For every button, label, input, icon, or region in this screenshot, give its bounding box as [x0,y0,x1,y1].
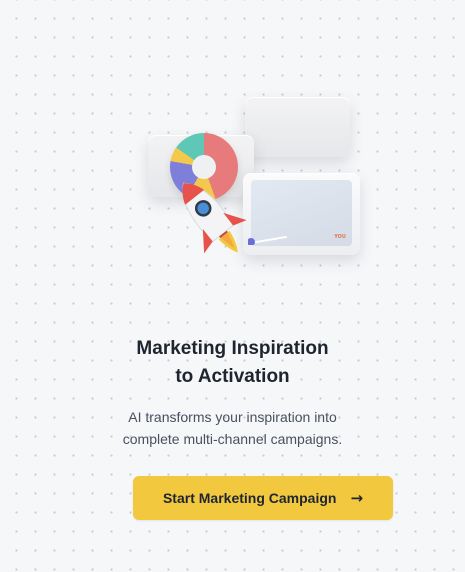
arrow-right-icon: → [350,488,364,507]
rocket-icon [182,182,247,254]
page-title-line-1: Marketing Inspiration [136,338,329,359]
start-marketing-campaign-button[interactable]: Start Marketing Campaign → [133,476,393,520]
hero-illustration: YOU [140,85,370,275]
cta-label: Start Marketing Campaign [162,490,337,506]
floating-card-top [245,97,350,157]
description-line-1: AI transforms your inspiration into [128,409,337,425]
description-line-2: complete multi-channel campaigns. [122,431,343,447]
page-description: AI transforms your inspiration into comp… [0,406,465,450]
screen-badge: YOU [334,234,346,240]
page-title: Marketing Inspiration to Activation [0,335,465,391]
page-title-line-2: to Activation [175,366,290,387]
